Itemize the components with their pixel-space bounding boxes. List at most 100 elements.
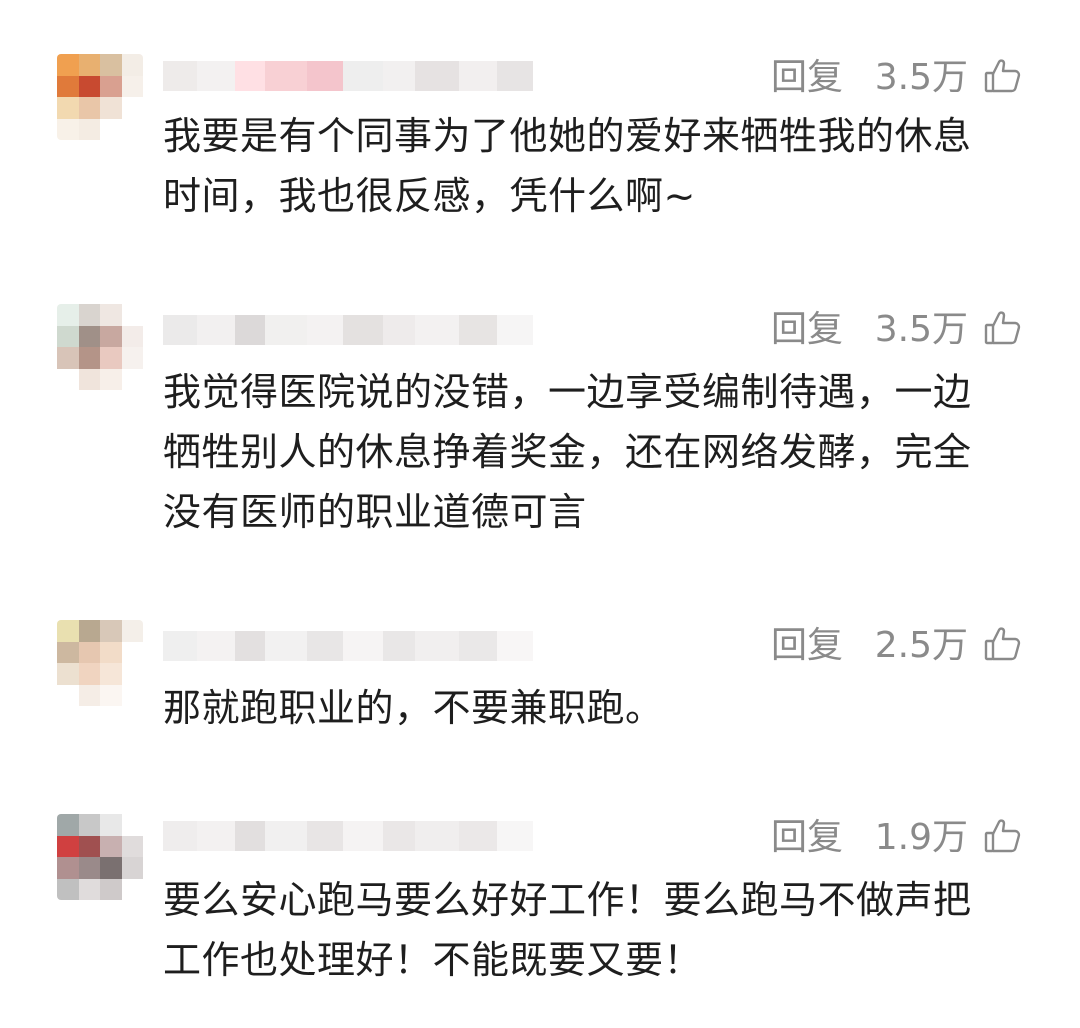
avatar-pixel bbox=[121, 347, 143, 369]
avatar-pixel bbox=[100, 857, 122, 879]
avatar-pixel bbox=[100, 878, 122, 900]
avatar-pixel bbox=[121, 304, 143, 326]
avatar-pixel bbox=[57, 368, 79, 390]
username-blur-block bbox=[307, 821, 343, 851]
username-blur-block bbox=[197, 61, 235, 91]
avatar-pixel bbox=[57, 347, 79, 369]
avatar-pixel bbox=[78, 304, 100, 326]
avatar-pixel bbox=[121, 814, 143, 836]
comment-text: 我觉得医院说的没错，一边享受编制待遇，一边 牺牲别人的休息挣着奖金，还在网络发酵… bbox=[163, 370, 972, 534]
avatar-pixel bbox=[100, 368, 122, 390]
avatar-pixel bbox=[121, 620, 143, 642]
username-blurred[interactable] bbox=[163, 626, 533, 666]
username-blur-block bbox=[163, 821, 197, 851]
avatar-pixel bbox=[78, 814, 100, 836]
username-blur-block bbox=[163, 61, 197, 91]
username-blur-block bbox=[163, 631, 197, 661]
avatar-pixel bbox=[78, 325, 100, 347]
username-blurred[interactable] bbox=[163, 310, 533, 350]
username-blur-block bbox=[343, 631, 383, 661]
username-blur-block bbox=[497, 61, 533, 91]
avatar-pixel bbox=[121, 878, 143, 900]
reply-button[interactable]: 回复 bbox=[771, 818, 843, 858]
username-blur-block bbox=[497, 821, 533, 851]
username-blur-block bbox=[235, 315, 265, 345]
username-blur-block bbox=[265, 631, 307, 661]
avatar-pixel bbox=[57, 304, 79, 326]
avatar-pixel bbox=[121, 97, 143, 119]
username-blurred[interactable] bbox=[163, 56, 533, 96]
username-blur-block bbox=[197, 821, 235, 851]
avatar-pixel bbox=[100, 684, 122, 706]
avatar-pixel bbox=[121, 118, 143, 140]
avatar-pixel bbox=[78, 684, 100, 706]
username-blur-block bbox=[265, 821, 307, 851]
avatar-pixel bbox=[100, 97, 122, 119]
username-blur-block bbox=[383, 821, 415, 851]
username-blur-block bbox=[415, 821, 459, 851]
reply-button[interactable]: 回复 bbox=[771, 58, 843, 98]
avatar[interactable] bbox=[57, 620, 143, 706]
username-blur-block bbox=[343, 61, 383, 91]
avatar-pixel bbox=[57, 118, 79, 140]
username-blurred[interactable] bbox=[163, 816, 533, 856]
avatar-pixel bbox=[57, 54, 79, 76]
avatar-pixel bbox=[57, 814, 79, 836]
username-blur-block bbox=[343, 821, 383, 851]
avatar-pixel bbox=[57, 75, 79, 97]
avatar-pixel bbox=[78, 75, 100, 97]
username-blur-block bbox=[265, 61, 307, 91]
username-blur-block bbox=[459, 631, 497, 661]
avatar-pixel bbox=[78, 97, 100, 119]
username-blur-block bbox=[415, 61, 459, 91]
avatar-pixel bbox=[121, 75, 143, 97]
like-count: 3.5万 bbox=[874, 309, 968, 350]
avatar-pixel bbox=[100, 325, 122, 347]
avatar-pixel bbox=[121, 857, 143, 879]
avatar-pixel bbox=[100, 620, 122, 642]
avatar-pixel bbox=[78, 641, 100, 663]
thumbs-up-icon[interactable] bbox=[983, 624, 1023, 664]
avatar-pixel bbox=[57, 835, 79, 857]
avatar-pixel bbox=[121, 663, 143, 685]
username-blur-block bbox=[415, 315, 459, 345]
like-count: 2.5万 bbox=[874, 625, 968, 666]
reply-button[interactable]: 回复 bbox=[771, 310, 843, 350]
avatar-pixel bbox=[57, 620, 79, 642]
username-blur-block bbox=[307, 315, 343, 345]
username-blur-block bbox=[383, 61, 415, 91]
username-blur-block bbox=[307, 61, 343, 91]
avatar[interactable] bbox=[57, 54, 143, 140]
avatar-pixel bbox=[78, 835, 100, 857]
avatar-pixel bbox=[100, 663, 122, 685]
avatar-pixel bbox=[78, 620, 100, 642]
username-blur-block bbox=[343, 315, 383, 345]
thumbs-up-icon[interactable] bbox=[983, 308, 1023, 348]
avatar-pixel bbox=[78, 368, 100, 390]
avatar-pixel bbox=[78, 878, 100, 900]
avatar-pixel bbox=[100, 75, 122, 97]
avatar-pixel bbox=[57, 684, 79, 706]
username-blur-block bbox=[235, 821, 265, 851]
reply-button[interactable]: 回复 bbox=[771, 626, 843, 666]
like-count: 3.5万 bbox=[874, 57, 968, 98]
username-blur-block bbox=[383, 315, 415, 345]
avatar-pixel bbox=[100, 835, 122, 857]
comment-text: 要么安心跑马要么好好工作！要么跑马不做声把 工作也处理好！不能既要又要！ bbox=[163, 878, 972, 982]
username-blur-block bbox=[197, 315, 235, 345]
avatar-pixel bbox=[121, 835, 143, 857]
avatar-pixel bbox=[121, 368, 143, 390]
thumbs-up-icon[interactable] bbox=[983, 816, 1023, 856]
avatar-pixel bbox=[57, 641, 79, 663]
avatar-pixel bbox=[57, 97, 79, 119]
username-blur-block bbox=[459, 821, 497, 851]
thumbs-up-icon[interactable] bbox=[983, 56, 1023, 96]
avatar[interactable] bbox=[57, 814, 143, 900]
avatar-pixel bbox=[100, 814, 122, 836]
like-count: 1.9万 bbox=[874, 817, 968, 858]
avatar-pixel bbox=[121, 54, 143, 76]
username-blur-block bbox=[497, 631, 533, 661]
username-blur-block bbox=[459, 61, 497, 91]
avatar[interactable] bbox=[57, 304, 143, 390]
username-blur-block bbox=[459, 315, 497, 345]
